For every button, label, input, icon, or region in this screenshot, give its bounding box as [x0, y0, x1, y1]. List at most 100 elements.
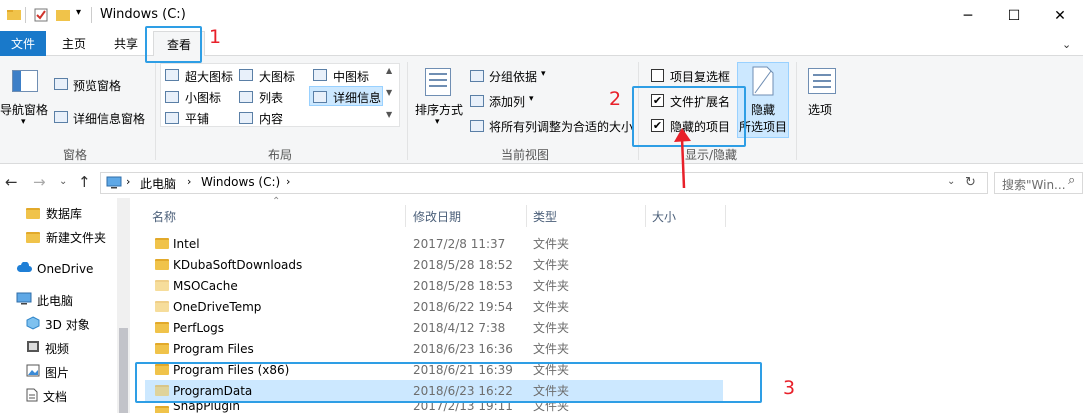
- breadcrumb-separator-icon[interactable]: ›: [126, 175, 130, 188]
- gallery-expand-icon[interactable]: ▼: [386, 110, 392, 119]
- chevron-down-icon[interactable]: ▾: [529, 94, 534, 104]
- computer-icon: [106, 176, 122, 192]
- cloud-icon: [16, 261, 32, 276]
- forward-arrow-icon[interactable]: →: [33, 173, 46, 191]
- sort-by-icon[interactable]: [425, 68, 451, 96]
- column-header-size[interactable]: 大小: [652, 205, 676, 227]
- nav-item-new-folder[interactable]: 新建文件夹: [26, 225, 106, 249]
- nav-item-label: 数据库: [46, 206, 83, 221]
- table-row[interactable]: MSOCache 2018/5/28 18:53 文件夹: [145, 275, 723, 296]
- details-pane-icon: [54, 111, 68, 123]
- column-header-name[interactable]: 名称: [152, 205, 176, 227]
- preview-pane-button[interactable]: 预览窗格: [73, 77, 121, 94]
- breadcrumb-this-pc[interactable]: 此电脑: [140, 175, 176, 192]
- nav-item-pictures[interactable]: 图片: [26, 360, 69, 384]
- add-columns-button[interactable]: 添加列: [489, 93, 525, 110]
- column-header-type[interactable]: 类型: [533, 205, 557, 227]
- tiles-icon: [165, 112, 179, 124]
- breadcrumb-drive[interactable]: Windows (C:): [201, 175, 280, 189]
- search-icon[interactable]: ⌕: [1068, 173, 1075, 188]
- back-arrow-icon[interactable]: ←: [5, 173, 18, 191]
- chevron-down-icon[interactable]: ▾: [435, 117, 440, 127]
- close-button[interactable]: ✕: [1037, 0, 1083, 31]
- chevron-down-icon[interactable]: ▾: [21, 117, 26, 127]
- item-checkboxes-checkbox[interactable]: [651, 69, 664, 82]
- breadcrumb-separator-icon[interactable]: ›: [187, 175, 191, 188]
- layout-small-icons[interactable]: 小图标: [185, 89, 221, 106]
- divider: [91, 7, 92, 23]
- tab-share[interactable]: 共享: [106, 31, 146, 56]
- nav-item-documents[interactable]: 文档: [26, 384, 67, 408]
- file-name: KDubaSoftDownloads: [173, 257, 303, 272]
- size-all-columns-button[interactable]: 将所有列调整为合适的大小: [489, 118, 633, 135]
- layout-content[interactable]: 内容: [259, 110, 283, 127]
- layout-large-icons[interactable]: 大图标: [259, 68, 295, 85]
- computer-icon: [16, 292, 32, 308]
- column-divider[interactable]: [526, 205, 527, 227]
- layout-list[interactable]: 列表: [259, 89, 283, 106]
- navigation-pane-icon[interactable]: [12, 70, 38, 92]
- minimize-button[interactable]: ─: [945, 0, 991, 31]
- up-arrow-icon[interactable]: ↑: [78, 173, 91, 191]
- properties-icon[interactable]: [33, 7, 49, 23]
- nav-item-database[interactable]: 数据库: [26, 201, 82, 225]
- table-row[interactable]: PerfLogs 2018/4/12 7:38 文件夹: [145, 317, 723, 338]
- gallery-scroll-down-icon[interactable]: ▼: [386, 88, 392, 97]
- file-name: MSOCache: [173, 278, 238, 293]
- navigation-pane-button[interactable]: 导航窗格: [0, 101, 48, 118]
- nav-item-3d-objects[interactable]: 3D 对象: [26, 312, 90, 336]
- layout-tiles[interactable]: 平铺: [185, 110, 209, 127]
- tab-home[interactable]: 主页: [52, 31, 96, 56]
- layout-details[interactable]: 详细信息: [333, 89, 381, 106]
- file-modified: 2018/5/28 18:53: [413, 278, 513, 293]
- table-row[interactable]: KDubaSoftDownloads 2018/5/28 18:52 文件夹: [145, 254, 723, 275]
- add-columns-icon: [470, 95, 484, 107]
- cube-icon: [26, 315, 40, 333]
- nav-item-onedrive[interactable]: OneDrive: [16, 257, 93, 281]
- column-header-modified[interactable]: 修改日期: [413, 205, 461, 227]
- file-modified: 2017/2/8 11:37: [413, 236, 506, 251]
- options-icon[interactable]: [808, 68, 836, 94]
- address-dropdown-icon[interactable]: ⌄: [947, 176, 955, 187]
- folder-icon: [155, 343, 169, 354]
- layout-medium-icons[interactable]: 中图标: [333, 68, 369, 85]
- table-row[interactable]: Intel 2017/2/8 11:37 文件夹: [145, 233, 723, 254]
- layout-extra-large-icons[interactable]: 超大图标: [185, 68, 233, 85]
- maximize-button[interactable]: ☐: [991, 0, 1037, 31]
- nav-item-label: 新建文件夹: [46, 230, 107, 245]
- table-row[interactable]: OneDriveTemp 2018/6/22 19:54 文件夹: [145, 296, 723, 317]
- quick-access-dropdown-icon[interactable]: ▾: [76, 7, 81, 18]
- column-divider[interactable]: [725, 205, 726, 227]
- column-divider[interactable]: [405, 205, 406, 227]
- file-type: 文件夹: [533, 279, 570, 293]
- table-row[interactable]: Program Files 2018/6/23 16:36 文件夹: [145, 338, 723, 359]
- group-label-panes: 窗格: [62, 148, 87, 162]
- sort-by-button[interactable]: 排序方式: [415, 101, 463, 118]
- details-icon: [313, 91, 327, 103]
- chevron-down-icon[interactable]: ▾: [541, 69, 546, 79]
- chevron-down-icon[interactable]: ⌄: [1062, 38, 1071, 51]
- breadcrumb-separator-icon[interactable]: ›: [286, 175, 290, 188]
- column-divider[interactable]: [645, 205, 646, 227]
- group-by-button[interactable]: 分组依据: [489, 68, 537, 85]
- nav-item-label: 文档: [43, 389, 68, 404]
- nav-item-this-pc[interactable]: 此电脑: [16, 288, 73, 312]
- nav-item-label: 视频: [45, 341, 70, 356]
- nav-pane-scrollbar-thumb[interactable]: [119, 328, 128, 413]
- tab-file[interactable]: 文件: [0, 31, 46, 56]
- item-checkboxes-label[interactable]: 项目复选框: [670, 68, 730, 85]
- details-pane-button[interactable]: 详细信息窗格: [73, 110, 145, 127]
- annotation-box-view-tab: [145, 26, 202, 63]
- file-name: PerfLogs: [173, 320, 225, 335]
- file-type: 文件夹: [533, 321, 570, 335]
- file-modified: 2018/4/12 7:38: [413, 320, 506, 335]
- recent-locations-icon[interactable]: ⌄: [59, 176, 67, 187]
- folder-icon: [26, 231, 40, 243]
- options-button[interactable]: 选项: [808, 101, 832, 118]
- refresh-icon[interactable]: ↻: [965, 175, 976, 190]
- gallery-scroll-up-icon[interactable]: ▲: [386, 66, 392, 75]
- file-type: 文件夹: [533, 300, 570, 314]
- new-folder-icon[interactable]: [55, 7, 71, 23]
- file-modified: 2018/6/22 19:54: [413, 299, 513, 314]
- nav-item-videos[interactable]: 视频: [26, 336, 69, 360]
